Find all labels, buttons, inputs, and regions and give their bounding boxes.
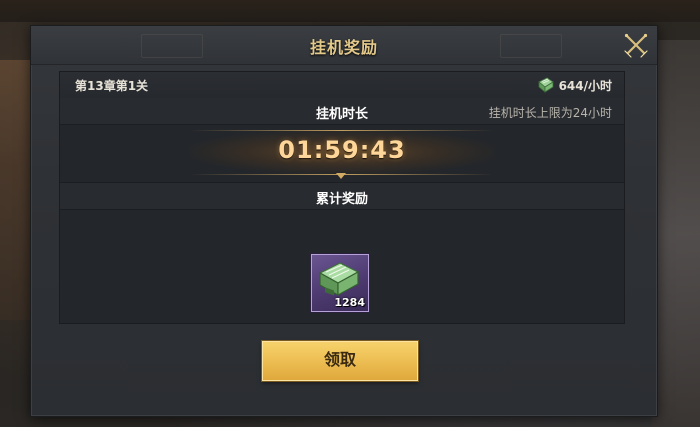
dialog-header: 挂机奖励 (31, 26, 657, 65)
green-book-icon (537, 77, 554, 93)
idle-timer: 01:59:43 (278, 136, 406, 164)
reward-item-slot[interactable]: 1284 (311, 254, 369, 312)
timer-divider-top (190, 130, 494, 131)
crossed-swords-close-icon (624, 33, 648, 58)
dialog-title: 挂机奖励 (309, 38, 378, 57)
background-scene-right (652, 40, 700, 427)
duration-limit-note: 挂机时长上限为24小时 (488, 106, 612, 120)
background-top-bar (0, 0, 700, 22)
idle-reward-dialog: 挂机奖励 第13章第1关 644/小时 挂机时长 挂机时长上限为24小时 01:… (30, 25, 658, 417)
claim-button[interactable]: 领取 (262, 341, 418, 381)
reward-info-panel: 第13章第1关 644/小时 挂机时长 挂机时长上限为24小时 01:59:43 (59, 71, 625, 324)
close-button[interactable] (623, 32, 649, 58)
accumulated-reward-row: 累计奖励 (60, 182, 624, 210)
reward-rate: 644/小时 (537, 75, 612, 95)
green-book-icon (318, 262, 360, 297)
stage-label: 第13章第1关 (75, 79, 149, 93)
reward-item-count: 1284 (334, 296, 365, 309)
accumulated-reward-label: 累计奖励 (315, 192, 368, 207)
stage-row: 第13章第1关 644/小时 (60, 72, 624, 99)
background-scene-left (0, 60, 32, 320)
duration-row: 挂机时长 挂机时长上限为24小时 (60, 98, 624, 125)
timer-notch-ornament (336, 173, 346, 179)
reward-rate-value: 644/小时 (558, 78, 612, 93)
